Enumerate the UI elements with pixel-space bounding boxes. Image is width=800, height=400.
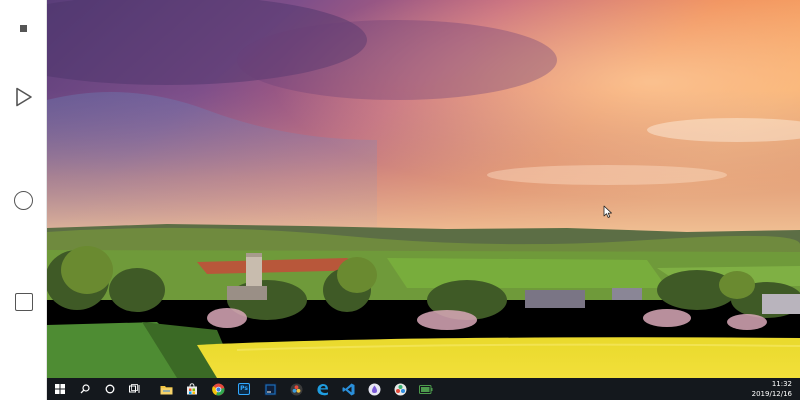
- task-view-button[interactable]: [122, 378, 147, 400]
- recent-apps-button[interactable]: [0, 282, 47, 322]
- ide-icon: [264, 383, 276, 395]
- navigation-bar: [0, 0, 47, 400]
- color-app[interactable]: [387, 378, 413, 400]
- cortana-circle-icon: [105, 384, 114, 394]
- clock-date: 2019/12/16: [751, 390, 792, 398]
- square-dot-icon: [20, 24, 27, 32]
- back-button[interactable]: [0, 77, 47, 117]
- store-bag-icon: [187, 383, 197, 395]
- chrome-icon: [211, 383, 224, 395]
- task-view-icon: [129, 384, 140, 393]
- square-recents-icon: [14, 293, 33, 311]
- screen: Ps 11:32 2019/12/16: [0, 0, 800, 400]
- start-button[interactable]: [47, 378, 72, 400]
- battery-app[interactable]: [413, 378, 439, 400]
- photoshop-icon: Ps: [238, 383, 250, 395]
- drop-app[interactable]: [361, 378, 387, 400]
- chrome-app[interactable]: [205, 378, 231, 400]
- davinci-resolve-icon: [290, 383, 302, 395]
- edge-app[interactable]: [309, 378, 335, 400]
- cortana-button[interactable]: [97, 378, 122, 400]
- countryside-sunset-wallpaper: [47, 0, 800, 378]
- mouse-cursor-icon: [603, 205, 612, 218]
- store-app[interactable]: [179, 378, 205, 400]
- triangle-back-icon: [15, 87, 32, 107]
- home-button[interactable]: [0, 180, 47, 220]
- menu-button[interactable]: [0, 8, 47, 48]
- drop-circle-icon: [368, 383, 380, 395]
- vscode-icon: [342, 383, 354, 395]
- battery-icon: [419, 384, 433, 394]
- clock-time: 11:32: [771, 380, 792, 388]
- system-clock[interactable]: 11:32 2019/12/16: [752, 379, 792, 399]
- ide-app[interactable]: [257, 378, 283, 400]
- davinci-app[interactable]: [283, 378, 309, 400]
- windows-logo-icon: [54, 384, 65, 394]
- colorful-circle-icon: [394, 383, 406, 395]
- folder-icon: [160, 385, 172, 394]
- search-button[interactable]: [72, 378, 97, 400]
- file-explorer-app[interactable]: [153, 378, 179, 400]
- search-icon: [80, 384, 90, 394]
- photoshop-app[interactable]: Ps: [231, 378, 257, 400]
- circle-home-icon: [14, 190, 33, 210]
- vscode-app[interactable]: [335, 378, 361, 400]
- taskbar: Ps 11:32 2019/12/16: [47, 378, 800, 400]
- edge-icon: [316, 383, 328, 395]
- desktop-wallpaper[interactable]: [47, 0, 800, 378]
